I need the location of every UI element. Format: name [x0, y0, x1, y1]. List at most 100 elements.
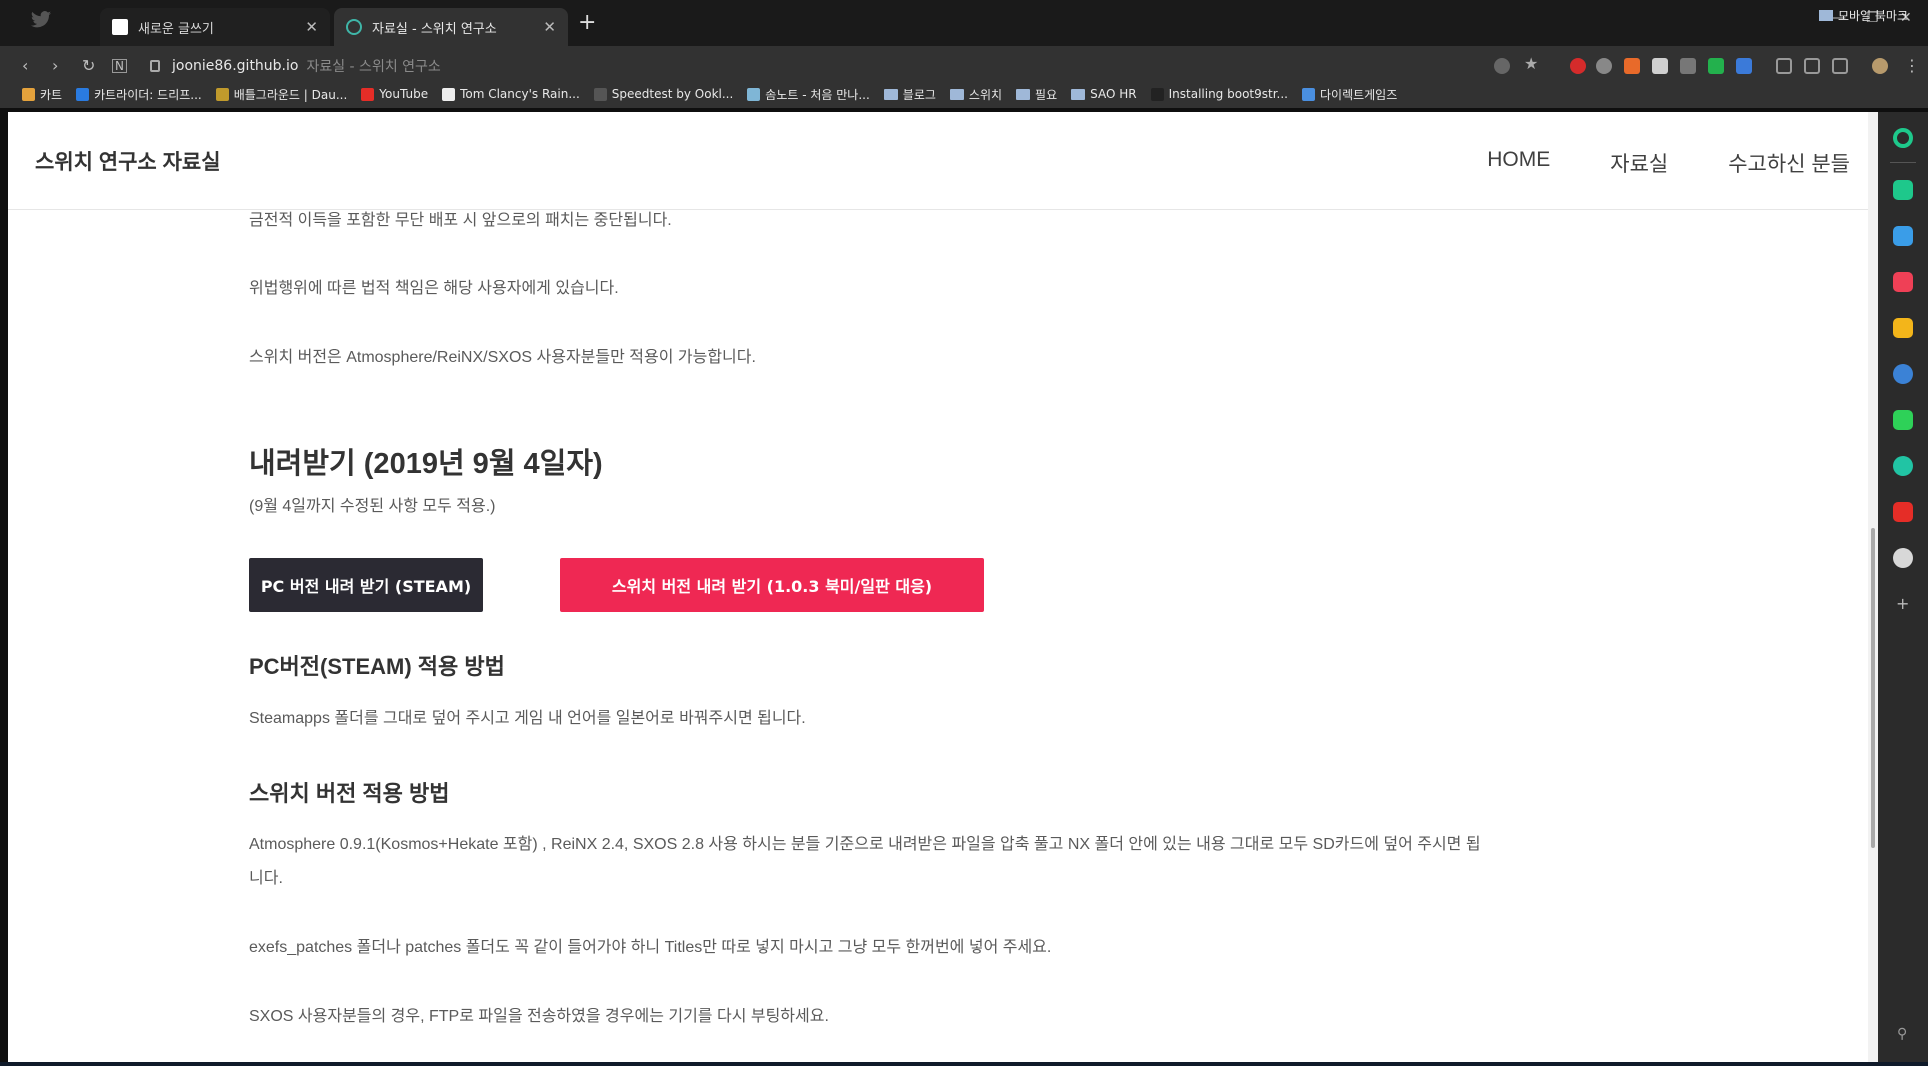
- tab-title: 자료실 - 스위치 연구소: [372, 21, 497, 37]
- back-icon[interactable]: ‹: [22, 56, 28, 75]
- github-icon: [1150, 87, 1164, 101]
- paragraph: Steamapps 폴더를 그대로 덮어 주시고 게임 내 언어를 일본어로 바…: [249, 710, 806, 727]
- pocket-icon[interactable]: [1893, 272, 1913, 292]
- extension-icon[interactable]: [1680, 58, 1696, 74]
- new-tab-button[interactable]: +: [578, 12, 596, 34]
- medium-icon[interactable]: [1596, 58, 1612, 74]
- bookmark-label: 필요: [1035, 87, 1058, 102]
- address-page-title: 자료실 - 스위치 연구소: [306, 59, 441, 75]
- pocket-icon[interactable]: [1494, 58, 1510, 74]
- profile-icon[interactable]: [1893, 548, 1913, 568]
- folder-icon: [949, 88, 964, 100]
- lock-icon: [150, 60, 160, 72]
- download-note: (9월 4일까지 수정된 사항 모두 적용.): [249, 498, 496, 515]
- menu-item-home[interactable]: HOME: [1487, 148, 1550, 178]
- bookmarks-bar: 카트 카트라이더: 드리프... 배틀그라운드 | Dau... YouTube Tom…: [0, 80, 1928, 108]
- bookmark-item[interactable]: 블로그: [883, 86, 936, 103]
- bookmark-star-icon[interactable]: ★: [1524, 54, 1540, 73]
- close-icon[interactable]: ✕: [305, 18, 318, 36]
- download-pc-button[interactable]: PC 버전 내려 받기 (STEAM): [249, 558, 483, 612]
- add-icon[interactable]: +: [1896, 594, 1909, 613]
- tab-archive[interactable]: 자료실 - 스위치 연구소 ✕: [334, 8, 568, 46]
- reload-icon[interactable]: ↻: [82, 56, 95, 75]
- paragraph: 스위치 버전은 Atmosphere/ReiNX/SXOS 사용자분들만 적용이…: [249, 349, 756, 366]
- notion-icon: [112, 19, 128, 35]
- reader-icon[interactable]: [1804, 58, 1820, 74]
- adblock-icon[interactable]: [1570, 58, 1586, 74]
- translate-icon[interactable]: [1893, 364, 1913, 384]
- calendar-icon[interactable]: [1893, 226, 1913, 246]
- scrollbar-thumb[interactable]: [1871, 528, 1875, 848]
- close-icon[interactable]: ✕: [543, 18, 556, 36]
- scrollbar[interactable]: [1868, 112, 1878, 1062]
- bookmark-item[interactable]: Speedtest by Ookl...: [593, 87, 734, 101]
- analytics-icon[interactable]: [1736, 58, 1752, 74]
- mobile-bookmarks[interactable]: 모바일 북마크: [1818, 7, 1908, 24]
- bookmark-label: 스위치: [968, 87, 1003, 102]
- bookmark-item[interactable]: Installing boot9str...: [1150, 87, 1288, 101]
- avatar[interactable]: [1872, 58, 1888, 74]
- site-menu: HOME 자료실 수고하신 분들: [1427, 148, 1850, 178]
- site-favicon-icon: [346, 19, 362, 35]
- download-heading: 내려받기 (2019년 9월 4일자): [249, 448, 603, 480]
- paragraph: exefs_patches 폴더나 patches 폴더도 꼭 같이 들어가야 …: [249, 939, 1052, 956]
- bookmark-label: 카트: [40, 87, 63, 102]
- bookmark-item[interactable]: 필요: [1016, 86, 1057, 103]
- rainbow-six-icon: [442, 87, 456, 101]
- pc-heading: PC버전(STEAM) 적용 방법: [249, 654, 505, 679]
- bookmark-item[interactable]: 카트: [22, 86, 62, 103]
- download-switch-button[interactable]: 스위치 버전 내려 받기 (1.0.3 북미/일판 대응): [560, 558, 984, 612]
- bookmark-label: 다이렉트게임즈: [1319, 87, 1398, 102]
- forward-icon[interactable]: ›: [52, 56, 58, 75]
- paragraph: 위법행위에 따른 법적 책임은 해당 사용자에게 있습니다.: [249, 280, 619, 297]
- paragraph: Atmosphere 0.9.1(Kosmos+Hekate 포함) , Rei…: [249, 836, 1481, 853]
- bookmark-item[interactable]: 배틀그라운드 | Dau...: [215, 86, 347, 103]
- bookmark-item[interactable]: 솜노트 - 처음 만나...: [747, 86, 870, 103]
- extension-icon[interactable]: [1652, 58, 1668, 74]
- bookmark-item[interactable]: 스위치: [949, 86, 1003, 103]
- folder-icon: [1818, 10, 1833, 21]
- folder-icon: [1016, 88, 1031, 100]
- feedly-icon[interactable]: [1708, 58, 1724, 74]
- notion-clipper-icon[interactable]: N: [112, 59, 127, 73]
- pin-icon[interactable]: ⚲: [1897, 1026, 1907, 1042]
- bookmark-item[interactable]: 다이렉트게임즈: [1301, 86, 1398, 103]
- bookmark-item[interactable]: YouTube: [361, 87, 428, 101]
- bookmark-label: Installing boot9str...: [1168, 87, 1288, 101]
- address-host: joonie86.github.io: [172, 58, 299, 74]
- bookmark-label: 블로그: [902, 87, 936, 102]
- fx-extension-icon[interactable]: [1624, 58, 1640, 74]
- youtube-icon: [361, 87, 375, 101]
- bookmark-item[interactable]: 카트라이더: 드리프...: [76, 86, 202, 103]
- twitter-icon: [30, 11, 52, 28]
- media-icon[interactable]: [1893, 456, 1913, 476]
- bookmark-item[interactable]: Tom Clancy's Rain...: [442, 87, 580, 101]
- menu-icon[interactable]: ⋮: [1904, 56, 1920, 75]
- bookmark-label: SAO HR: [1090, 87, 1137, 101]
- menu-item-archive[interactable]: 자료실: [1610, 148, 1668, 178]
- pubg-icon: [215, 87, 229, 101]
- menu-item-credits[interactable]: 수고하신 분들: [1728, 148, 1850, 178]
- site-navbar: 스위치 연구소 자료실 HOME 자료실 수고하신 분들: [8, 112, 1878, 210]
- tab-new-post[interactable]: 새로운 글쓰기 ✕: [100, 8, 330, 46]
- folder-icon: [1071, 88, 1086, 100]
- address-bar[interactable]: joonie86.github.io 자료실 - 스위치 연구소: [150, 53, 1480, 79]
- sidebar-toggle-icon[interactable]: [1832, 58, 1848, 74]
- kartrider-icon: [76, 87, 90, 101]
- whale-icon[interactable]: [1893, 128, 1913, 148]
- notification-icon[interactable]: [1893, 180, 1913, 200]
- directgames-icon: [1301, 87, 1315, 101]
- tab-title: 새로운 글쓰기: [138, 21, 214, 37]
- bookmark-label: YouTube: [379, 87, 429, 101]
- memo-icon[interactable]: [1893, 410, 1913, 430]
- youtube-icon[interactable]: [1893, 502, 1913, 522]
- screenshot-icon[interactable]: [1776, 58, 1792, 74]
- bookmark-item[interactable]: SAO HR: [1071, 87, 1137, 101]
- favorites-icon[interactable]: [1893, 318, 1913, 338]
- right-sidebar: + ⚲: [1878, 112, 1928, 1066]
- folder-icon: [883, 88, 898, 100]
- bookmark-label: Speedtest by Ookl...: [611, 87, 734, 101]
- site-brand[interactable]: 스위치 연구소 자료실: [35, 146, 221, 176]
- pinned-tab-twitter[interactable]: [30, 10, 90, 40]
- paragraph: SXOS 사용자분들의 경우, FTP로 파일을 전송하였을 경우에는 기기를 …: [249, 1008, 829, 1025]
